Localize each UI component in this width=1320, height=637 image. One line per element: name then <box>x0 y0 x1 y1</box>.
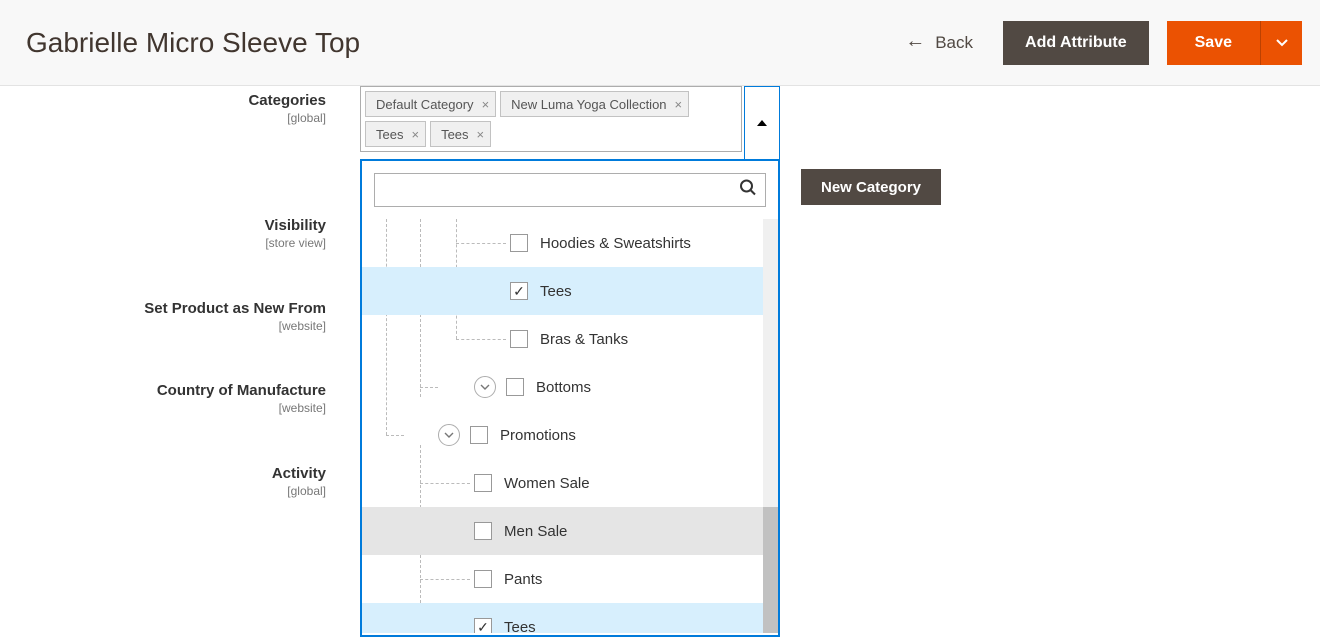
label-visibility: Visibility [store view] <box>0 217 326 252</box>
tree-checkbox[interactable] <box>474 474 492 492</box>
categories-dropdown-panel: ▲ <box>360 159 780 637</box>
tree-node-label: Tees <box>504 619 536 634</box>
top-actions: ← Back Add Attribute Save <box>905 21 1302 65</box>
tree-checkbox[interactable] <box>510 282 528 300</box>
chip-label: Tees <box>376 127 403 142</box>
form-area: Categories [global] Visibility [store vi… <box>0 86 1320 92</box>
categories-dropdown-toggle[interactable] <box>744 86 780 159</box>
back-arrow-icon: ← <box>905 30 925 53</box>
categories-tree-scroll[interactable]: ▲ <box>362 219 778 633</box>
tree-node-label: Bras & Tanks <box>540 331 628 348</box>
tree-checkbox[interactable] <box>510 234 528 252</box>
categories-search-box <box>374 173 766 207</box>
chip-label: Default Category <box>376 97 474 112</box>
category-chip: New Luma Yoga Collection × <box>500 91 689 117</box>
back-label: Back <box>935 33 973 53</box>
category-chip: Tees × <box>365 121 426 147</box>
categories-search-input[interactable] <box>375 174 765 206</box>
categories-tree: Hoodies & Sweatshirts Tees Bras & Tanks Bot… <box>362 219 778 633</box>
tree-node[interactable]: Promotions <box>362 411 763 459</box>
tree-checkbox[interactable] <box>510 330 528 348</box>
tree-node[interactable]: Pants <box>362 555 763 603</box>
back-button[interactable]: ← Back <box>905 31 985 54</box>
tree-node[interactable]: Women Sale <box>362 459 763 507</box>
save-button-group: Save <box>1167 21 1302 65</box>
tree-node-label: Hoodies & Sweatshirts <box>540 235 691 252</box>
chip-label: New Luma Yoga Collection <box>511 97 666 112</box>
tree-node[interactable]: Tees <box>362 267 763 315</box>
tree-node-label: Pants <box>504 571 542 588</box>
chevron-down-icon <box>1276 39 1288 47</box>
tree-node[interactable]: Bras & Tanks <box>362 315 763 363</box>
save-dropdown-toggle[interactable] <box>1260 21 1302 65</box>
chip-remove-icon[interactable]: × <box>482 97 490 112</box>
expand-toggle-icon[interactable] <box>438 424 460 446</box>
field-labels: Categories [global] Visibility [store vi… <box>0 92 360 548</box>
page-title: Gabrielle Micro Sleeve Top <box>26 27 360 59</box>
label-country: Country of Manufacture [website] <box>0 382 326 417</box>
tree-node-label: Bottoms <box>536 379 591 396</box>
add-attribute-button[interactable]: Add Attribute <box>1003 21 1149 65</box>
tree-node[interactable]: Hoodies & Sweatshirts <box>362 219 763 267</box>
tree-node[interactable]: Men Sale <box>362 507 763 555</box>
topbar: Gabrielle Micro Sleeve Top ← Back Add At… <box>0 0 1320 86</box>
expand-toggle-icon[interactable] <box>474 376 496 398</box>
label-activity: Activity [global] <box>0 465 326 500</box>
tree-node-label: Men Sale <box>504 523 567 540</box>
label-new-from: Set Product as New From [website] <box>0 300 326 335</box>
tree-node-label: Women Sale <box>504 475 590 492</box>
categories-field-value: Default Category×New Luma Yoga Collectio… <box>360 86 780 152</box>
tree-node-label: Promotions <box>500 427 576 444</box>
tree-node-label: Tees <box>540 283 572 300</box>
save-button[interactable]: Save <box>1167 21 1260 65</box>
chip-remove-icon[interactable]: × <box>477 127 485 142</box>
tree-node[interactable]: Tees <box>362 603 763 633</box>
category-chip: Tees × <box>430 121 491 147</box>
label-categories: Categories [global] <box>0 92 326 127</box>
categories-multiselect[interactable]: Default Category×New Luma Yoga Collectio… <box>360 86 780 152</box>
tree-checkbox[interactable] <box>506 378 524 396</box>
search-icon[interactable] <box>739 179 757 202</box>
categories-search-wrap <box>362 161 778 219</box>
tree-node[interactable]: Bottoms <box>362 363 763 411</box>
category-chip: Default Category × <box>365 91 496 117</box>
categories-chips[interactable]: Default Category×New Luma Yoga Collectio… <box>360 86 742 152</box>
chip-remove-icon[interactable]: × <box>675 97 683 112</box>
tree-checkbox[interactable] <box>474 522 492 540</box>
new-category-button[interactable]: New Category <box>801 169 941 205</box>
chip-remove-icon[interactable]: × <box>411 127 419 142</box>
tree-checkbox[interactable] <box>470 426 488 444</box>
tree-checkbox[interactable] <box>474 618 492 633</box>
chip-label: Tees <box>441 127 468 142</box>
tree-checkbox[interactable] <box>474 570 492 588</box>
